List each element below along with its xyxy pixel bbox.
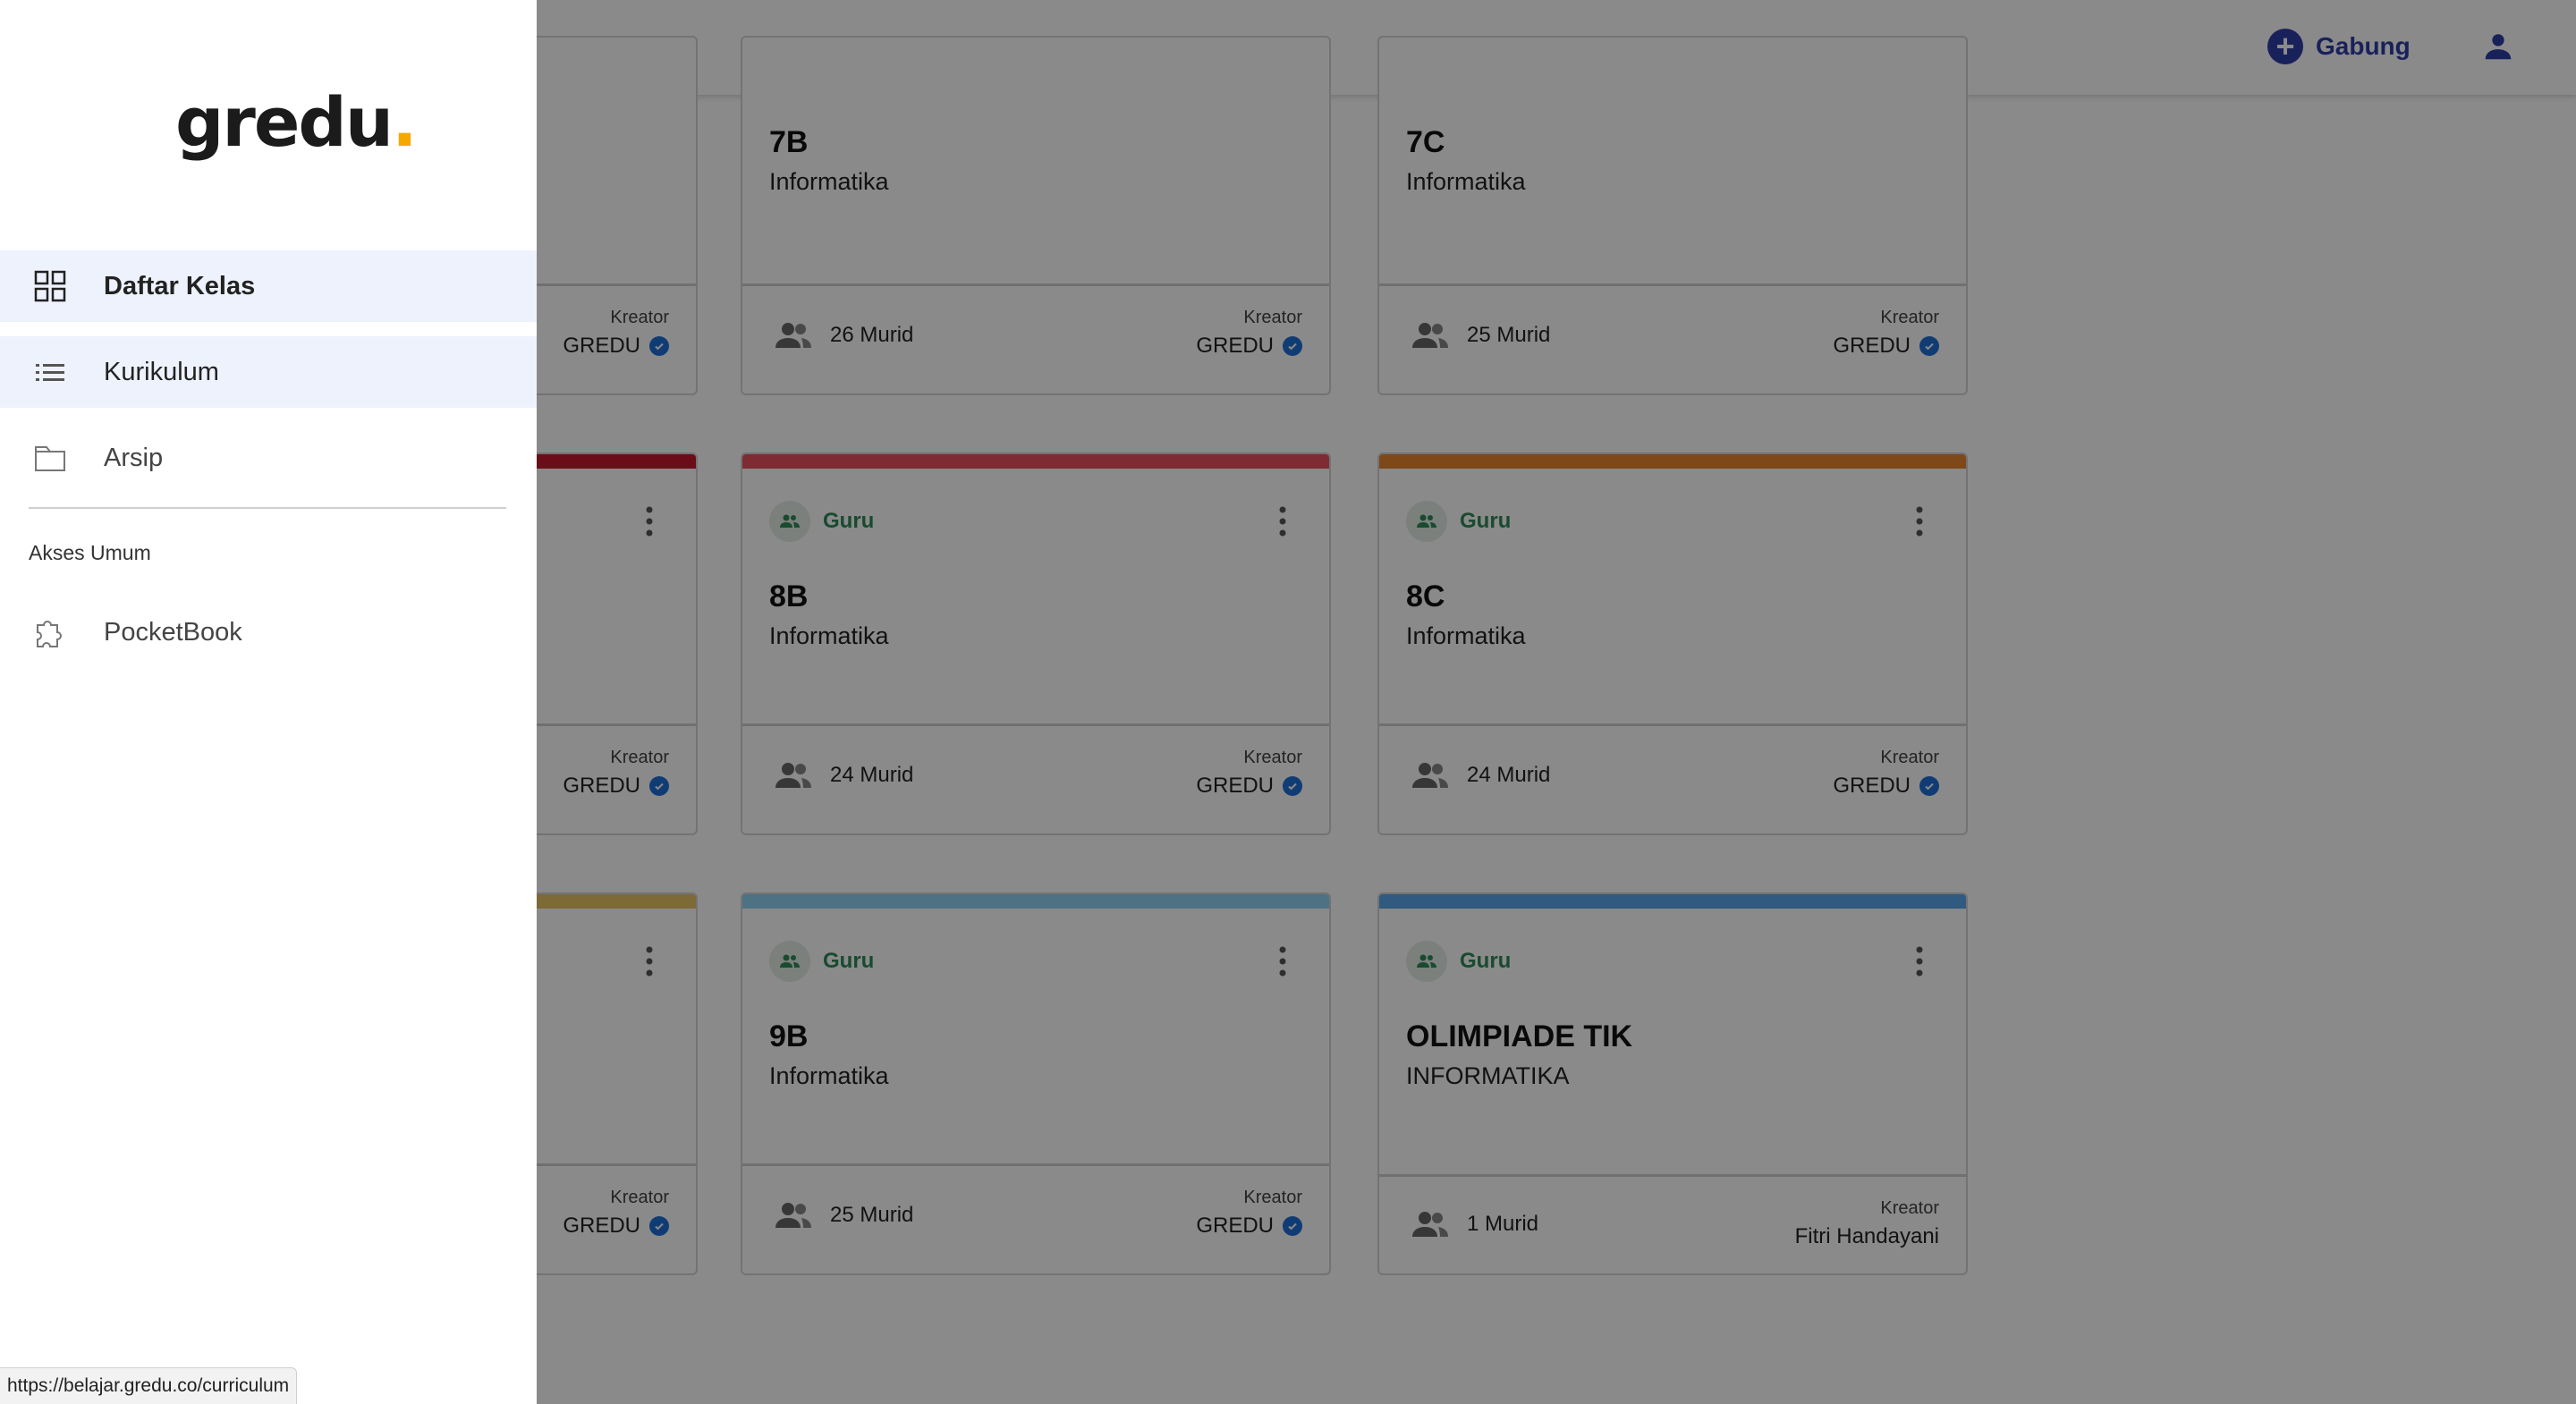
nav-item-daftar-kelas[interactable]: Daftar Kelas — [0, 250, 537, 322]
status-bar-url: https://belajar.gredu.co/curriculum — [0, 1367, 298, 1404]
navigation-drawer: gredu. Daftar Kelas Kurikulum Arsip Akse… — [0, 0, 537, 1404]
nav-item-label: Arsip — [104, 443, 164, 472]
puzzle-icon — [37, 621, 62, 647]
folder-icon — [35, 446, 65, 471]
gredu-logo[interactable]: gredu. — [175, 82, 418, 162]
nav-item-arsip[interactable]: Arsip — [0, 422, 537, 494]
grid-icon — [34, 270, 66, 302]
nav-item-pocketbook[interactable]: PocketBook — [0, 596, 537, 668]
nav-item-label: Daftar Kelas — [104, 271, 256, 300]
nav-item-label: Kurikulum — [104, 357, 219, 386]
nav-item-label: PocketBook — [104, 617, 242, 647]
list-icon — [36, 364, 64, 381]
section-label: Akses Umum — [29, 541, 151, 564]
nav-item-kurikulum[interactable]: Kurikulum — [0, 336, 537, 408]
divider — [29, 507, 506, 509]
